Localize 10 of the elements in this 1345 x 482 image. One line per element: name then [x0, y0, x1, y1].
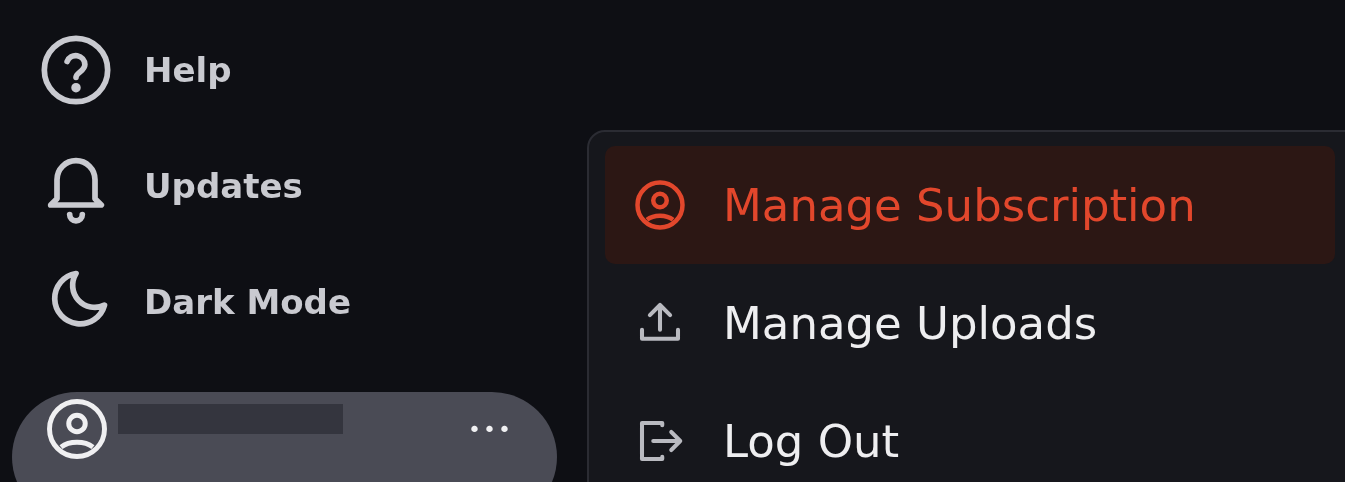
menu-item[interactable]: Manage Subscription: [605, 146, 1335, 264]
menu-item[interactable]: Manage Uploads: [605, 264, 1335, 382]
user-icon: [44, 396, 110, 462]
sidebar-item[interactable]: Help: [12, 12, 232, 128]
user-icon: [633, 178, 687, 232]
account-pill[interactable]: •••: [12, 392, 557, 482]
sidebar-item[interactable]: Updates: [12, 128, 303, 244]
sidebar-item[interactable]: Dark Mode: [12, 244, 351, 360]
menu-item[interactable]: Log Out: [605, 382, 1335, 482]
more-button[interactable]: •••: [468, 416, 513, 442]
